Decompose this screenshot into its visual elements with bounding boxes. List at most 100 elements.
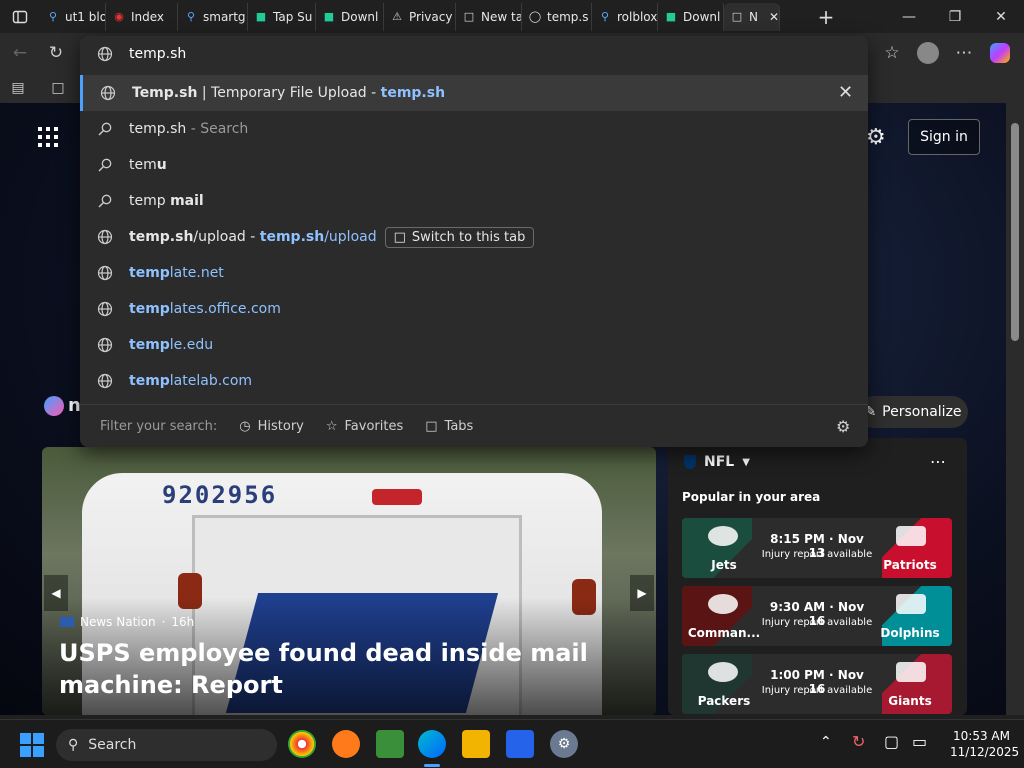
filter-favorites[interactable]: ☆ Favorites xyxy=(326,419,403,434)
globe-icon xyxy=(95,299,115,319)
app-icon[interactable] xyxy=(332,730,360,758)
file-explorer-icon[interactable] xyxy=(462,730,490,758)
search-icon xyxy=(95,119,115,139)
browser-tab[interactable]: ■ Downl xyxy=(658,2,724,31)
tab-title: ut1 blo xyxy=(65,9,106,24)
search-icon xyxy=(95,155,115,175)
remove-suggestion-icon[interactable]: ✕ xyxy=(838,82,853,103)
star-icon: ☆ xyxy=(325,418,338,434)
edge-app-icon[interactable] xyxy=(418,730,446,758)
tab-title: smartg xyxy=(203,9,246,24)
settings-icon[interactable]: ⚙ xyxy=(836,417,850,436)
away-team: Dolphins xyxy=(880,626,940,640)
filter-history[interactable]: ◷ History xyxy=(239,419,304,434)
new-tab-button[interactable]: + xyxy=(810,0,842,33)
team-logo xyxy=(708,526,738,546)
suggestion-item[interactable]: template.net xyxy=(80,255,868,291)
feed-section-title[interactable]: NFL xyxy=(704,454,734,470)
network-icon[interactable]: ▭ xyxy=(912,732,927,751)
close-tab-icon[interactable]: ✕ xyxy=(769,10,779,24)
roblox-app-icon[interactable] xyxy=(506,730,534,758)
sign-in-button[interactable]: Sign in xyxy=(908,119,980,155)
browser-tab[interactable]: □ New ta xyxy=(456,2,522,31)
sync-icon[interactable]: ↻ xyxy=(852,732,865,751)
address-bar[interactable]: temp.sh xyxy=(80,36,868,72)
suggestion-item[interactable]: Temp.sh | Temporary File Upload - temp.s… xyxy=(80,75,868,111)
suggestion-text: temp.sh/upload - temp.sh/upload □ Switch t… xyxy=(129,226,535,248)
history-icon: ◷ xyxy=(239,418,251,434)
tab-title: Tap Su xyxy=(273,9,313,24)
switch-to-tab-button[interactable]: □ Switch to this tab xyxy=(384,226,535,248)
browser-tab[interactable]: ⚲ smartg xyxy=(178,2,248,31)
clock-time: 10:53 AM xyxy=(953,729,1010,743)
team-logo xyxy=(708,662,738,682)
address-bar-dropdown: temp.sh Temp.sh | Temporary File Upload … xyxy=(80,36,868,447)
hero-headline[interactable]: USPS employee found dead inside mail mac… xyxy=(59,637,619,701)
tab-actions-icon[interactable] xyxy=(0,0,40,33)
tab-icon: □ xyxy=(393,229,406,245)
minimize-button[interactable]: — xyxy=(886,0,932,33)
suggestion-item[interactable]: temp mail xyxy=(80,183,868,219)
browser-tab[interactable]: ■ Tap Su xyxy=(248,2,316,31)
tab-title: Downl xyxy=(341,9,379,24)
taskbar-search[interactable]: ⚲ Search xyxy=(56,729,277,761)
game-note: Injury report available xyxy=(761,685,873,696)
back-icon[interactable]: ← xyxy=(8,41,32,65)
tab-title: temp.s xyxy=(547,9,589,24)
home-team: Comman... xyxy=(687,626,761,640)
suggestion-text: temp mail xyxy=(129,193,204,209)
copilot-icon[interactable] xyxy=(988,41,1012,65)
suggestion-text: temu xyxy=(129,157,167,173)
reddot-icon: ◉ xyxy=(114,10,124,23)
start-button[interactable] xyxy=(20,733,44,757)
page-scrollbar[interactable] xyxy=(1006,103,1024,715)
chevron-up-icon[interactable]: ⌃ xyxy=(820,734,832,750)
browser-tab[interactable]: ■ Downl xyxy=(316,2,384,31)
notepad-app-icon[interactable] xyxy=(376,730,404,758)
filter-tabs[interactable]: □ Tabs xyxy=(425,419,473,434)
game-card[interactable]: Comman... Dolphins 9:30 AM · Nov 16 Injury … xyxy=(682,586,952,646)
settings-app-icon[interactable]: ⚙ xyxy=(550,730,578,758)
close-window-button[interactable]: ✕ xyxy=(978,0,1024,33)
display-icon[interactable]: ▢ xyxy=(884,732,899,751)
chevron-down-icon[interactable]: ▼ xyxy=(742,457,750,468)
search-icon: ⚲ xyxy=(600,10,610,23)
suggestion-item[interactable]: templatelab.com xyxy=(80,363,868,399)
browser-tab[interactable]: ◉ Index xyxy=(106,2,178,31)
favorites-star-icon[interactable]: ☆ xyxy=(880,41,904,65)
settings-gear-icon[interactable]: ⚙ xyxy=(866,125,886,150)
apps-grid-icon[interactable] xyxy=(38,127,58,147)
game-card[interactable]: Jets Patriots 8:15 PM · Nov 13 Injury repor… xyxy=(682,518,952,578)
game-card[interactable]: Packers Giants 1:00 PM · Nov 16 Injury repo… xyxy=(682,654,952,714)
browser-tab[interactable]: ⚲ rolblox xyxy=(592,2,658,31)
globe-icon xyxy=(95,371,115,391)
refresh-icon[interactable]: ↻ xyxy=(44,41,68,65)
chrome-app-icon[interactable] xyxy=(288,730,316,758)
app-icon: ■ xyxy=(323,10,335,23)
suggestion-item[interactable]: temu xyxy=(80,147,868,183)
personalize-button[interactable]: ✎ Personalize xyxy=(858,396,968,428)
browser-tab[interactable]: □ N ✕ xyxy=(724,2,780,31)
clock[interactable]: 10:53 AM 11/12/2025 xyxy=(950,728,1019,760)
team-logo xyxy=(896,526,926,546)
hero-news-card[interactable]: 9202956 ◀ ▶ News Nation · 16h USPS employe… xyxy=(42,447,656,715)
suggestion-item[interactable]: temp.sh - Search xyxy=(80,111,868,147)
address-input-value[interactable]: temp.sh xyxy=(129,46,186,62)
collections-icon[interactable]: ▤ xyxy=(6,76,30,100)
suggestion-item[interactable]: temp.sh/upload - temp.sh/upload □ Switch t… xyxy=(80,219,868,255)
suggestion-item[interactable]: templates.office.com xyxy=(80,291,868,327)
restore-button[interactable]: ❐ xyxy=(932,0,978,33)
tab-title: Index xyxy=(131,9,165,24)
more-options-icon[interactable]: ⋯ xyxy=(930,452,946,471)
folder-icon[interactable]: □ xyxy=(46,76,70,100)
news-source-icon xyxy=(60,617,74,627)
team-logo xyxy=(896,594,926,614)
profile-avatar[interactable] xyxy=(916,41,940,65)
suggestion-text: temp.sh - Search xyxy=(129,121,249,137)
suggestion-item[interactable]: temple.edu xyxy=(80,327,868,363)
more-menu-icon[interactable]: ⋯ xyxy=(952,41,976,65)
browser-tab[interactable]: ⚲ ut1 blo xyxy=(40,2,106,31)
browser-tab[interactable]: ⚠ Privacy erro xyxy=(384,2,456,31)
browser-tab[interactable]: ◯ temp.s xyxy=(522,2,592,31)
suggestion-text: Temp.sh | Temporary File Upload - temp.s… xyxy=(132,85,446,101)
